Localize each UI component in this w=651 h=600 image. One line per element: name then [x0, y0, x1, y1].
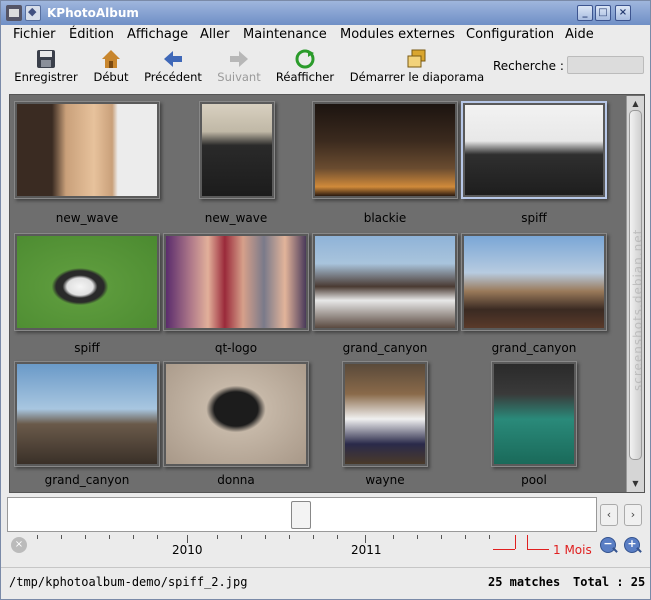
- watermark: screenshots.debian.net: [631, 228, 645, 391]
- window-menu-button[interactable]: [25, 5, 41, 21]
- toolbar: Enregistrer Début Précédent Suivant Réaf…: [1, 47, 650, 91]
- date-timeline[interactable]: [7, 497, 597, 532]
- photo: [315, 104, 455, 196]
- menu-fichier[interactable]: Fichier: [13, 27, 56, 42]
- thumbnail-caption: wayne: [365, 473, 405, 487]
- window-title: KPhotoAlbum: [47, 6, 139, 20]
- arrow-right-icon: [230, 51, 248, 67]
- menu-affichage[interactable]: Affichage: [127, 27, 188, 42]
- thumbnail-item[interactable]: qt-logo: [163, 233, 309, 363]
- photo: [17, 236, 157, 328]
- zoom-in-icon[interactable]: +: [624, 537, 640, 553]
- refresh-label: Réafficher: [275, 70, 335, 84]
- thumbnail-view[interactable]: new_wave new_wave blackie spiff spiff qt…: [9, 94, 645, 493]
- photo: [166, 236, 306, 328]
- maximize-button[interactable]: □: [595, 5, 611, 21]
- thumbnail-caption: new_wave: [204, 211, 268, 225]
- slideshow-button[interactable]: Démarrer le diaporama: [347, 47, 487, 89]
- total-count: Total : 25: [573, 575, 646, 589]
- thumbnail-caption: grand_canyon: [491, 341, 577, 355]
- menu-aide[interactable]: Aide: [565, 27, 594, 42]
- search-input[interactable]: [567, 56, 644, 74]
- arrow-left-icon: [164, 51, 182, 67]
- photo: [202, 104, 272, 196]
- home-icon: [102, 50, 120, 68]
- thumbnail-caption: blackie: [363, 211, 407, 225]
- previous-label: Précédent: [144, 70, 202, 84]
- menu-aller[interactable]: Aller: [200, 27, 229, 42]
- next-label: Suivant: [217, 70, 261, 84]
- search-label: Recherche :: [493, 59, 564, 73]
- thumbnail-caption: grand_canyon: [342, 341, 428, 355]
- thumbnail-item[interactable]: spiff: [14, 233, 160, 363]
- photo: [464, 236, 604, 328]
- status-bar: /tmp/kphotoalbum-demo/spiff_2.jpg 25 mat…: [1, 567, 650, 597]
- floppy-icon: [37, 50, 55, 68]
- app-icon: [6, 5, 22, 21]
- photo: [345, 364, 425, 464]
- menu-edition[interactable]: Édition: [69, 27, 114, 42]
- refresh-icon: [295, 49, 315, 69]
- menu-modules-externes[interactable]: Modules externes: [340, 27, 455, 42]
- minimize-button[interactable]: _: [577, 5, 593, 21]
- thumbnail-item[interactable]: grand_canyon: [14, 361, 160, 489]
- clear-selection-icon[interactable]: ×: [11, 537, 27, 553]
- thumbnail-item-selected[interactable]: spiff: [461, 101, 607, 233]
- thumbnail-caption: spiff: [521, 211, 547, 225]
- thumbnail-item[interactable]: new_wave: [14, 101, 160, 233]
- photo: [465, 105, 603, 195]
- slideshow-label: Démarrer le diaporama: [349, 70, 485, 84]
- close-button[interactable]: ×: [615, 5, 631, 21]
- current-file-path: /tmp/kphotoalbum-demo/spiff_2.jpg: [9, 575, 248, 589]
- thumbnail-caption: new_wave: [55, 211, 119, 225]
- start-label: Début: [93, 70, 129, 84]
- scroll-down-icon[interactable]: ▼: [628, 477, 643, 491]
- photo: [315, 236, 455, 328]
- next-button[interactable]: Suivant: [213, 47, 265, 89]
- year-label: 2010: [172, 543, 203, 557]
- refresh-button[interactable]: Réafficher: [273, 47, 337, 89]
- timeline-unit-label: 1 Mois: [553, 543, 592, 557]
- start-button[interactable]: Début: [89, 47, 133, 89]
- thumbnail-caption: donna: [217, 473, 255, 487]
- thumbnail-caption: pool: [521, 473, 547, 487]
- photo: [17, 104, 157, 196]
- menu-maintenance[interactable]: Maintenance: [243, 27, 327, 42]
- timeline-scale: × 2010 2011 1 Mois: [7, 535, 607, 559]
- slideshow-icon: [407, 49, 426, 68]
- zoom-out-icon[interactable]: −: [600, 537, 616, 553]
- app-window: KPhotoAlbum _ □ × Fichier Édition Affich…: [0, 0, 651, 600]
- thumbnail-caption: qt-logo: [214, 341, 258, 355]
- thumbnail-item[interactable]: pool: [461, 361, 607, 489]
- match-count: 25 matches: [488, 575, 561, 589]
- menu-bar: Fichier Édition Affichage Aller Maintena…: [1, 25, 650, 45]
- timeline-prev-button[interactable]: ‹: [600, 504, 618, 526]
- thumbnail-caption: spiff: [74, 341, 100, 355]
- thumbnail-item[interactable]: blackie: [312, 101, 458, 233]
- save-label: Enregistrer: [14, 70, 78, 84]
- photo: [17, 364, 157, 464]
- menu-configuration[interactable]: Configuration: [466, 27, 554, 42]
- unit-arrow-left: [493, 549, 515, 550]
- thumbnail-item[interactable]: grand_canyon: [312, 233, 458, 363]
- title-bar: KPhotoAlbum _ □ ×: [1, 1, 650, 25]
- timeline-handle[interactable]: [291, 501, 311, 529]
- thumbnail-item[interactable]: wayne: [312, 361, 458, 489]
- thumbnail-item[interactable]: grand_canyon: [461, 233, 607, 363]
- thumbnail-caption: grand_canyon: [44, 473, 130, 487]
- save-button[interactable]: Enregistrer: [9, 47, 83, 89]
- thumbnail-item[interactable]: new_wave: [163, 101, 309, 233]
- year-label: 2011: [351, 543, 382, 557]
- thumbnail-item[interactable]: donna: [163, 361, 309, 489]
- previous-button[interactable]: Précédent: [141, 47, 205, 89]
- unit-arrow-right: [527, 549, 549, 550]
- photo: [494, 364, 574, 464]
- scroll-up-icon[interactable]: ▲: [628, 97, 643, 111]
- photo: [166, 364, 306, 464]
- timeline-next-button[interactable]: ›: [624, 504, 642, 526]
